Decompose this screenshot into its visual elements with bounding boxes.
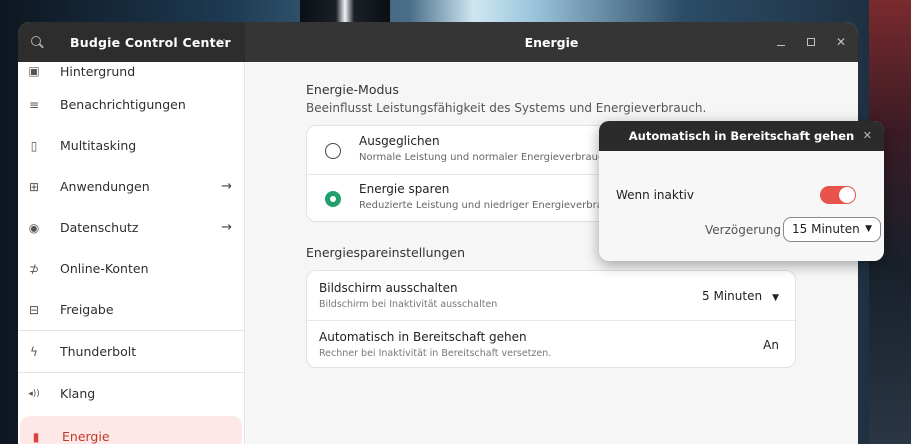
row-screen-off[interactable]: Bildschirm ausschalten Bildschirm bei In… bbox=[307, 271, 795, 320]
sidebar-item-benachrichtigungen[interactable]: ≡ Benachrichtigungen bbox=[18, 84, 244, 125]
dialog-title: Automatisch in Bereitschaft gehen bbox=[628, 129, 855, 143]
app-title: Budgie Control Center bbox=[70, 34, 231, 50]
option-title: Energie sparen bbox=[359, 182, 450, 196]
auto-suspend-dialog: Automatisch in Bereitschaft gehen ✕ Wenn… bbox=[599, 121, 884, 261]
panel-header: Energie ✕ bbox=[245, 22, 858, 62]
thunderbolt-icon: ϟ bbox=[30, 344, 38, 359]
apps-icon: ⊞ bbox=[28, 179, 40, 194]
maximize-icon bbox=[807, 38, 815, 46]
sidebar-item-label: Online-Konten bbox=[60, 261, 149, 276]
row-title: Automatisch in Bereitschaft gehen bbox=[319, 330, 527, 344]
dropdown-value: 15 Minuten bbox=[792, 222, 860, 236]
energy-mode-subtitle: Beeinflusst Leistungsfähigkeit des Syste… bbox=[306, 101, 707, 115]
radio-unselected[interactable] bbox=[325, 143, 341, 159]
sidebar-item-energie[interactable]: ▮ Energie bbox=[20, 416, 242, 444]
sidebar-header: Budgie Control Center ··· bbox=[18, 22, 245, 62]
power-saving-title: Energiespareinstellungen bbox=[306, 245, 466, 260]
sidebar-item-label: Thunderbolt bbox=[60, 344, 137, 359]
more-options-icon[interactable]: ··· bbox=[213, 33, 227, 47]
arrow-right-icon: → bbox=[221, 179, 232, 194]
option-subtitle: Reduzierte Leistung und niedriger Energi… bbox=[359, 200, 622, 211]
sidebar-item-label: Benachrichtigungen bbox=[60, 97, 186, 112]
toggle-label: Wenn inaktiv bbox=[616, 188, 694, 202]
row-subtitle: Bildschirm bei Inaktivität ausschalten bbox=[319, 299, 498, 310]
row-subtitle: Rechner bei Inaktivität in Bereitschaft … bbox=[319, 348, 552, 359]
sidebar-item-label: Freigabe bbox=[60, 302, 114, 317]
power-icon: ▮ bbox=[32, 429, 40, 444]
sidebar: ▣ Hintergrund ≡ Benachrichtigungen ▯ Mul… bbox=[18, 62, 245, 444]
energy-mode-title: Energie-Modus bbox=[306, 82, 399, 97]
sidebar-item-label: Datenschutz bbox=[60, 220, 139, 235]
when-inactive-toggle[interactable] bbox=[820, 186, 856, 204]
minimize-icon bbox=[777, 44, 785, 46]
window-controls: ✕ bbox=[774, 22, 848, 62]
sharing-icon: ⊟ bbox=[28, 302, 40, 317]
sidebar-item-hintergrund[interactable]: ▣ Hintergrund bbox=[18, 62, 244, 84]
header-bar: Budgie Control Center ··· Energie ✕ bbox=[18, 22, 858, 62]
sidebar-item-klang[interactable]: ◂)) Klang bbox=[18, 373, 244, 414]
search-icon[interactable] bbox=[30, 35, 44, 49]
screen-off-dropdown[interactable]: 5 Minuten ▼ bbox=[702, 289, 779, 303]
option-subtitle: Normale Leistung und normaler Energiever… bbox=[359, 152, 610, 163]
chevron-down-icon: ▼ bbox=[772, 293, 779, 303]
sidebar-item-freigabe[interactable]: ⊟ Freigabe bbox=[18, 289, 244, 330]
sidebar-item-label: Energie bbox=[62, 429, 110, 444]
sidebar-item-label: Klang bbox=[60, 386, 96, 401]
panel-title: Energie bbox=[524, 34, 579, 50]
wallpaper-icon: ▣ bbox=[28, 64, 40, 78]
dialog-header: Automatisch in Bereitschaft gehen ✕ bbox=[599, 121, 884, 151]
sidebar-item-multitasking[interactable]: ▯ Multitasking bbox=[18, 125, 244, 166]
delay-label: Verzögerung bbox=[705, 223, 781, 237]
maximize-button[interactable] bbox=[804, 35, 818, 49]
notification-icon: ≡ bbox=[28, 97, 40, 112]
row-title: Bildschirm ausschalten bbox=[319, 281, 458, 295]
row-auto-suspend[interactable]: Automatisch in Bereitschaft gehen Rechne… bbox=[307, 320, 795, 369]
multitasking-icon: ▯ bbox=[30, 138, 38, 153]
sidebar-item-online-konten[interactable]: ⊅ Online-Konten bbox=[18, 248, 244, 289]
auto-suspend-status: An bbox=[763, 338, 779, 352]
sidebar-item-label: Anwendungen bbox=[60, 179, 150, 194]
sidebar-item-thunderbolt[interactable]: ϟ Thunderbolt bbox=[18, 331, 244, 372]
dropdown-value: 5 Minuten bbox=[702, 289, 763, 303]
sidebar-item-anwendungen[interactable]: ⊞ Anwendungen → bbox=[18, 166, 244, 207]
chevron-down-icon: ▼ bbox=[865, 224, 872, 234]
close-icon[interactable]: ✕ bbox=[863, 129, 872, 142]
online-accounts-icon: ⊅ bbox=[28, 261, 40, 276]
delay-dropdown[interactable]: 15 Minuten ▼ bbox=[783, 217, 881, 242]
sidebar-item-label: Hintergrund bbox=[60, 63, 136, 79]
power-saving-card: Bildschirm ausschalten Bildschirm bei In… bbox=[306, 270, 796, 368]
minimize-button[interactable] bbox=[774, 35, 788, 49]
sidebar-item-label: Multitasking bbox=[60, 138, 137, 153]
radio-selected[interactable] bbox=[325, 191, 341, 207]
sidebar-item-datenschutz[interactable]: ◉ Datenschutz → bbox=[18, 207, 244, 248]
privacy-icon: ◉ bbox=[28, 220, 40, 235]
option-title: Ausgeglichen bbox=[359, 134, 440, 148]
arrow-right-icon: → bbox=[221, 220, 232, 235]
close-button[interactable]: ✕ bbox=[834, 35, 848, 49]
sound-icon: ◂)) bbox=[28, 388, 40, 399]
